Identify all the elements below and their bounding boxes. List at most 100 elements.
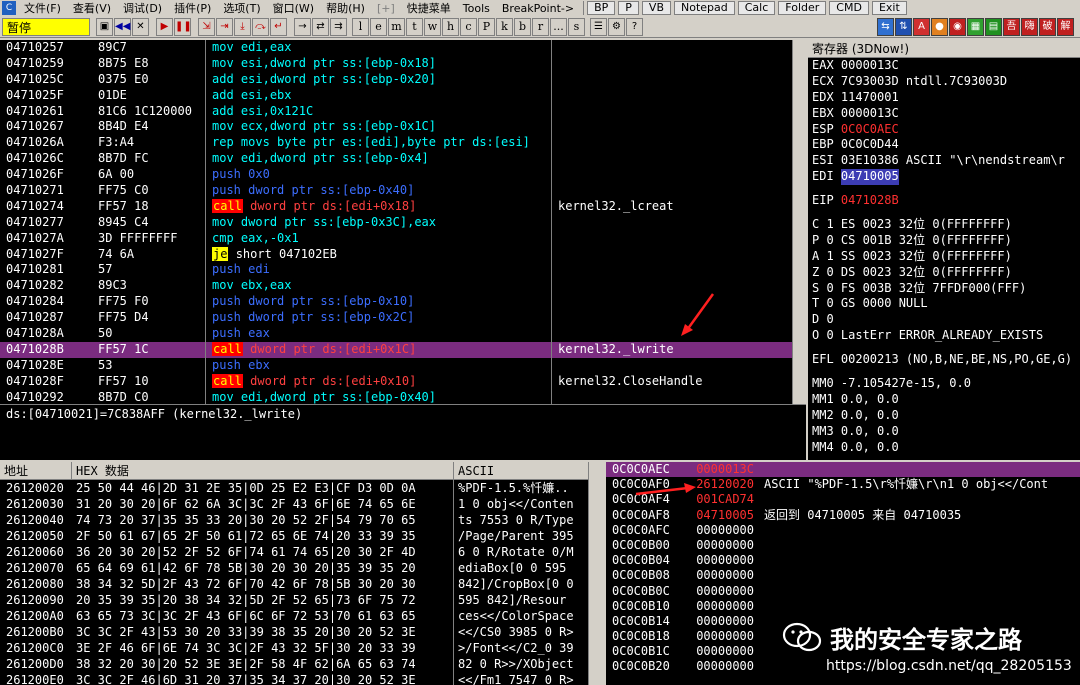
vertical-splitter[interactable] (806, 40, 808, 460)
register-row[interactable]: EFL 00200213 (NO,B,NE,BE,NS,PO,GE,G) (808, 352, 1080, 368)
plugin-blue-icon[interactable]: ⇆ (877, 17, 894, 36)
dump-header-address[interactable]: 地址 (0, 462, 72, 479)
register-row[interactable]: EIP 0471028B (808, 193, 1080, 209)
disasm-row[interactable]: 0471028E 53 push ebx (0, 357, 806, 374)
tool-folder-button[interactable]: Folder (778, 1, 827, 15)
disassembly-scrollbar[interactable] (792, 40, 806, 404)
disasm-row[interactable]: 0471026A F3:A4 rep movs byte ptr es:[edi],… (0, 135, 806, 152)
register-row[interactable]: ECX 7C93003D ntdll.7C93003D (808, 74, 1080, 90)
disasm-row[interactable]: 04710257 89C7 mov edi,eax (0, 40, 806, 56)
register-row[interactable]: S 0 FS 003B 32位 7FFDF000(FFF) (808, 281, 1080, 297)
register-row[interactable]: ESP 0C0C0AEC (808, 122, 1080, 138)
register-row[interactable]: EBX 0000013C (808, 106, 1080, 122)
disasm-row[interactable]: 04710281 57 push edi (0, 262, 806, 279)
tool-vb-button[interactable]: VB (641, 1, 671, 15)
disassembly-pane[interactable]: 04710257 89C7 mov edi,eax 04710259 8B75 E8 mo… (0, 40, 806, 404)
menu-window[interactable]: 窗口(W) (267, 0, 320, 16)
stack-row[interactable]: 0C0C0AF0 26120020 ASCII "%PDF-1.5\r%忏嬚\r\n… (606, 477, 1080, 492)
trace-over-icon[interactable]: ⤼ (252, 17, 269, 36)
step-into-icon[interactable]: ⇲ (198, 17, 215, 36)
breakpoints-window-button[interactable]: b (514, 17, 531, 36)
disasm-row[interactable]: 0471025F 01DE add esi,ebx (0, 87, 806, 104)
register-row[interactable]: EDI 04710005 (808, 169, 1080, 186)
step-over-icon[interactable]: ⇥ (216, 17, 233, 36)
register-row[interactable]: MM2 0.0, 0.0 (808, 408, 1080, 424)
tool-p-button[interactable]: P (618, 1, 639, 15)
run-trace-window-button[interactable]: ... (550, 17, 567, 36)
plugin-chinese2-icon[interactable]: 嗨 (1021, 17, 1038, 36)
windows-window-button[interactable]: w (424, 17, 441, 36)
references-window-button[interactable]: r (532, 17, 549, 36)
dump-row[interactable]: 26120030 31 20 30 20|6F 62 6A 3C|3C 2F 43… (0, 496, 588, 512)
dump-header-hex[interactable]: HEX 数据 (72, 462, 454, 479)
dump-row[interactable]: 261200D0 38 32 20 30|20 52 3E 3E|2F 58 4F… (0, 656, 588, 672)
plugin-a-icon[interactable]: A (913, 17, 930, 36)
menu-options[interactable]: 选项(T) (217, 0, 266, 16)
disasm-row[interactable]: 04710292 8B7D C0 mov edi,dword ptr ss:[ebp… (0, 389, 806, 404)
stack-row[interactable]: 0C0C0B0C 00000000 (606, 584, 1080, 599)
dump-row[interactable]: 261200B0 3C 3C 2F 43|53 30 20 33|39 38 35… (0, 624, 588, 640)
plugin-orb-icon[interactable]: ● (931, 17, 948, 36)
disasm-row[interactable]: 04710274 FF57 18 call dword ptr ds:[edi+0x… (0, 198, 806, 215)
plugin-table-icon[interactable]: ▤ (985, 17, 1002, 36)
dump-row[interactable]: 26120070 65 64 69 61|42 6F 78 5B|30 20 30… (0, 560, 588, 576)
registers-pane[interactable]: 寄存器 (3DNow!) EAX 0000013C ECX 7C93003D nt… (808, 40, 1080, 460)
run-icon[interactable]: ▶ (156, 17, 173, 36)
register-row[interactable]: EDX 11470001 (808, 90, 1080, 106)
dump-row[interactable]: 261200C0 3E 2F 46 6F|6E 74 3C 3C|2F 43 32… (0, 640, 588, 656)
tool-calc-button[interactable]: Calc (737, 1, 776, 15)
register-row[interactable]: MM1 0.0, 0.0 (808, 392, 1080, 408)
disasm-row[interactable]: 04710267 8B4D E4 mov ecx,dword ptr ss:[ebp… (0, 119, 806, 136)
disasm-row[interactable]: 0471027A 3D FFFFFFFF cmp eax,-0x1 (0, 230, 806, 247)
tool-cmd-button[interactable]: CMD (829, 1, 869, 15)
register-row[interactable]: T 0 GS 0000 NULL (808, 296, 1080, 312)
register-row[interactable]: ESI 03E10386 ASCII "\r\nendstream\r (808, 153, 1080, 169)
modules-window-button[interactable]: e (370, 17, 387, 36)
registers-title[interactable]: 寄存器 (3DNow!) (808, 40, 1080, 58)
disasm-row[interactable]: 04710284 FF75 F0 push dword ptr ss:[ebp-0x… (0, 294, 806, 311)
menu-help[interactable]: 帮助(H) (320, 0, 371, 16)
plugin-swap-icon[interactable]: ⇅ (895, 17, 912, 36)
register-row[interactable]: D 0 (808, 312, 1080, 328)
open-icon[interactable]: ▣ (96, 17, 113, 36)
dump-row[interactable]: 261200E0 3C 3C 2F 46|6D 31 20 37|35 34 37… (0, 672, 588, 685)
close-icon[interactable]: ✕ (132, 17, 149, 36)
patches-window-button[interactable]: P (478, 17, 495, 36)
go-address-icon[interactable]: ⇄ (312, 17, 329, 36)
stack-row[interactable]: 0C0C0AF8 04710005 返回到 04710005 来自 04710035 (606, 508, 1080, 523)
pause-icon[interactable]: ❚❚ (174, 17, 192, 36)
dump-row[interactable]: 26120020 25 50 44 46|2D 31 2E 35|0D 25 E2… (0, 480, 588, 496)
stack-row[interactable]: 0C0C0AFC 00000000 (606, 523, 1080, 538)
dump-pane[interactable]: 地址 HEX 数据 ASCII 26120020 25 50 44 46|2D 3… (0, 462, 588, 685)
disasm-row[interactable]: 0471028B FF57 1C call dword ptr ds:[edi+0x… (0, 341, 806, 358)
ollydbg-app-icon[interactable]: C (2, 1, 16, 15)
register-row[interactable]: MM4 0.0, 0.0 (808, 440, 1080, 456)
menu-shortcut[interactable]: 快捷菜单 (401, 0, 457, 16)
dump-scrollbar[interactable] (588, 462, 606, 685)
dump-row[interactable]: 26120050 2F 50 61 67|65 2F 50 61|72 65 6E… (0, 528, 588, 544)
cpu-window-button[interactable]: c (460, 17, 477, 36)
plugin-chinese3-icon[interactable]: 破 (1039, 17, 1056, 36)
disasm-row[interactable]: 0471028A 50 push eax (0, 326, 806, 342)
threads-window-button[interactable]: t (406, 17, 423, 36)
stack-row[interactable]: 0C0C0B00 00000000 (606, 538, 1080, 553)
dump-row[interactable]: 26120090 20 35 39 35|20 38 34 32|5D 2F 52… (0, 592, 588, 608)
disasm-row[interactable]: 0471025C 0375 E0 add esi,dword ptr ss:[ebp… (0, 71, 806, 88)
register-row[interactable]: A 1 SS 0023 32位 0(FFFFFFFF) (808, 249, 1080, 265)
menu-breakpoint[interactable]: BreakPoint-> (496, 2, 580, 15)
disasm-row[interactable]: 0471026F 6A 00 push 0x0 (0, 167, 806, 184)
handles-window-button[interactable]: h (442, 17, 459, 36)
stack-row[interactable]: 0C0C0AEC 0000013C (606, 462, 1080, 478)
disasm-row[interactable]: 04710259 8B75 E8 mov esi,dword ptr ss:[ebp… (0, 55, 806, 72)
disasm-row[interactable]: 04710277 8945 C4 mov dword ptr ss:[ebp-0x3… (0, 214, 806, 231)
goto-icon[interactable]: → (294, 17, 311, 36)
disasm-row[interactable]: 0471028F FF57 10 call dword ptr ds:[edi+0x… (0, 373, 806, 390)
menu-debug[interactable]: 调试(D) (117, 0, 168, 16)
stack-row[interactable]: 0C0C0AF4 001CAD74 (606, 492, 1080, 507)
dump-row[interactable]: 26120040 74 73 20 37|35 35 33 20|30 20 52… (0, 512, 588, 528)
stack-row[interactable]: 0C0C0B08 00000000 (606, 568, 1080, 583)
plugin-record-icon[interactable]: ◉ (949, 17, 966, 36)
stack-row[interactable]: 0C0C0B04 00000000 (606, 553, 1080, 568)
disasm-row[interactable]: 04710271 FF75 C0 push dword ptr ss:[ebp-0x… (0, 183, 806, 199)
stack-row[interactable]: 0C0C0B10 00000000 (606, 599, 1080, 614)
